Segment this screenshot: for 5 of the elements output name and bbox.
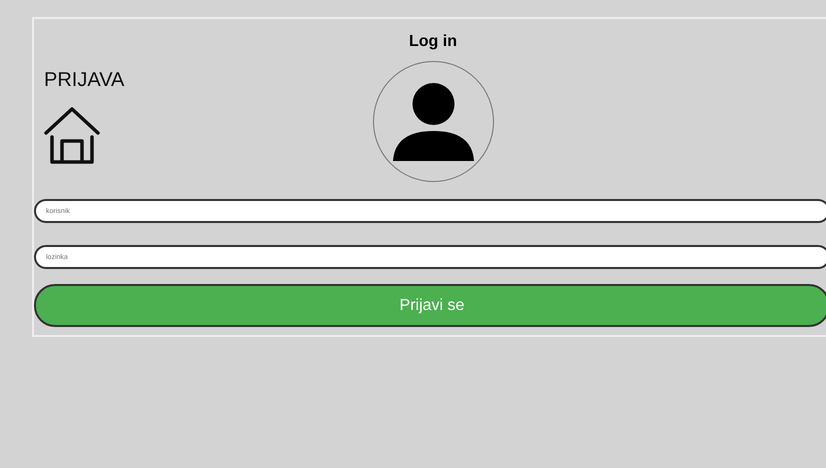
page-heading: PRIJAVA	[44, 68, 124, 92]
avatar-icon	[372, 61, 494, 182]
page-title: Log in	[408, 32, 458, 52]
home-icon[interactable]	[44, 107, 100, 165]
login-button[interactable]: Prijavi se	[34, 284, 826, 327]
